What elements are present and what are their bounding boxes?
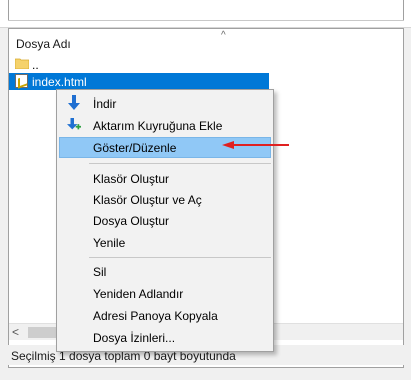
- download-icon: [68, 95, 80, 110]
- panel-divider: [8, 20, 404, 21]
- menu-item-create-folder-open[interactable]: Klasör Oluştur ve Aç: [59, 189, 271, 210]
- menu-item-label: Klasör Oluştur: [93, 172, 170, 186]
- folder-icon: [15, 58, 29, 69]
- menu-item-rename[interactable]: Yeniden Adlandır: [59, 283, 271, 304]
- annotation-arrow-icon: [222, 141, 289, 149]
- column-header-filename[interactable]: Dosya Adı: [9, 32, 403, 54]
- menu-item-label: Adresi Panoya Kopyala: [93, 309, 218, 323]
- menu-item-label: Göster/Düzenle: [93, 141, 177, 155]
- menu-item-refresh[interactable]: Yenile: [59, 232, 271, 253]
- top-panel-strip: [0, 0, 411, 28]
- context-menu: İndir Aktarım Kuyruğuna Ekle Göster/Düze…: [56, 89, 274, 352]
- menu-item-download[interactable]: İndir: [59, 93, 271, 114]
- menu-item-label: Sil: [93, 265, 107, 279]
- menu-item-label: Yenile: [93, 236, 126, 250]
- menu-item-create-file[interactable]: Dosya Oluştur: [59, 210, 271, 231]
- list-item-label: ..: [32, 58, 39, 72]
- menu-item-label: İndir: [93, 97, 117, 111]
- menu-item-label: Aktarım Kuyruğuna Ekle: [93, 119, 223, 133]
- menu-item-file-permissions[interactable]: Dosya İzinleri...: [59, 327, 271, 348]
- menu-separator: [89, 257, 271, 258]
- menu-item-create-folder[interactable]: Klasör Oluştur: [59, 168, 271, 189]
- menu-item-label: Yeniden Adlandır: [93, 287, 184, 301]
- scroll-left-icon[interactable]: <: [12, 325, 19, 339]
- panel-border: [8, 0, 9, 20]
- panel-border: [403, 0, 404, 20]
- html-file-icon: [15, 74, 28, 88]
- menu-item-label: Dosya İzinleri...: [93, 331, 176, 345]
- list-item-label: index.html: [32, 75, 87, 89]
- menu-item-add-to-queue[interactable]: Aktarım Kuyruğuna Ekle: [59, 115, 271, 136]
- list-item-parent-directory[interactable]: ..: [9, 56, 403, 73]
- menu-item-delete[interactable]: Sil: [59, 261, 271, 282]
- list-item-index-html[interactable]: index.html: [9, 73, 269, 90]
- menu-item-label: Klasör Oluştur ve Aç: [93, 193, 202, 207]
- add-to-queue-icon: [67, 118, 81, 130]
- menu-item-label: Dosya Oluştur: [93, 214, 170, 228]
- column-header-label: Dosya Adı: [16, 37, 71, 51]
- menu-item-copy-url[interactable]: Adresi Panoya Kopyala: [59, 305, 271, 326]
- menu-separator: [89, 163, 271, 164]
